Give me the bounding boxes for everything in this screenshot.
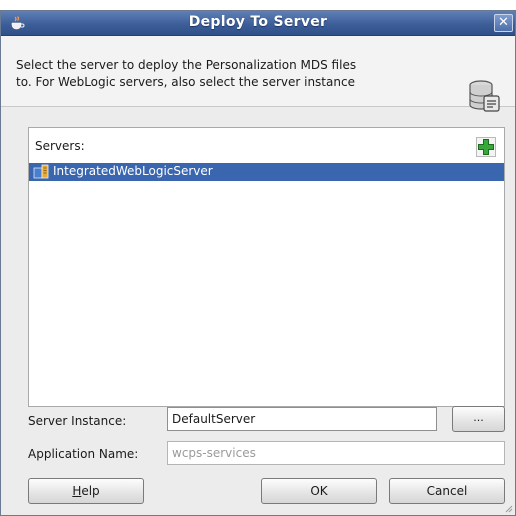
server-instance-input[interactable] (167, 407, 437, 431)
servers-panel: Servers: IntegratedWebLogicServer (28, 127, 505, 407)
weblogic-server-icon (33, 164, 49, 179)
help-mnemonic: H (72, 484, 82, 498)
server-list-item[interactable]: IntegratedWebLogicServer (29, 163, 504, 181)
application-name-input (167, 441, 505, 465)
server-database-icon (469, 80, 500, 112)
help-button[interactable]: Help (28, 478, 144, 504)
servers-header: Servers: (29, 128, 504, 158)
resize-grip-icon[interactable] (503, 503, 513, 513)
close-icon: ✕ (498, 15, 509, 30)
cancel-button[interactable]: Cancel (389, 478, 505, 504)
server-instance-label: Server Instance: (28, 414, 127, 428)
help-button-label: elp (81, 484, 100, 498)
title-bar[interactable]: Deploy To Server ✕ (1, 11, 515, 36)
server-list-item-label: IntegratedWebLogicServer (53, 164, 213, 178)
ok-button[interactable]: OK (261, 478, 377, 504)
browse-button[interactable]: ... (452, 406, 505, 432)
deploy-dialog: Deploy To Server ✕ Select the server to … (0, 10, 516, 516)
window-title: Deploy To Server (188, 14, 328, 30)
add-server-button[interactable] (476, 137, 496, 157)
header-line-2: to. For WebLogic servers, also select th… (16, 75, 355, 89)
application-name-label: Application Name: (28, 447, 139, 461)
dialog-header: Select the server to deploy the Personal… (1, 36, 515, 112)
servers-label: Servers: (35, 139, 85, 153)
header-line-1: Select the server to deploy the Personal… (16, 58, 357, 72)
header-description: Select the server to deploy the Personal… (16, 57, 426, 91)
close-button[interactable]: ✕ (494, 14, 513, 32)
